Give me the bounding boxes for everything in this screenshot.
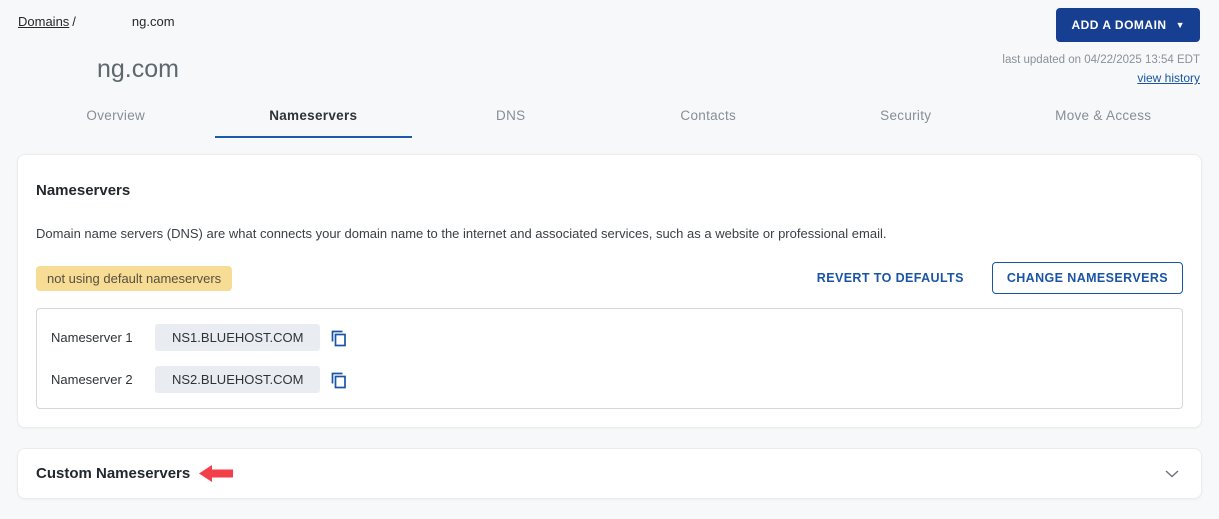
nameserver-row-1: Nameserver 1 NS1.BLUEHOST.COM — [51, 324, 1168, 351]
breadcrumb-separator: / — [72, 14, 76, 29]
custom-nameservers-title: Custom Nameservers — [36, 465, 191, 482]
view-history-link[interactable]: view history — [1137, 71, 1200, 85]
breadcrumb-domains-link[interactable]: Domains — [18, 14, 69, 29]
nameserver-list-box: Nameserver 1 NS1.BLUEHOST.COM Nameserver… — [36, 308, 1183, 409]
nameservers-card: Nameservers Domain name servers (DNS) ar… — [17, 154, 1202, 428]
header-meta: last updated on 04/22/2025 13:54 EDT vie… — [1002, 46, 1200, 87]
chevron-down-icon: ▼ — [1175, 19, 1185, 30]
nameservers-action-buttons: REVERT TO DEFAULTS CHANGE NAMESERVERS — [817, 262, 1183, 294]
nameserver-1-label: Nameserver 1 — [51, 330, 133, 345]
last-updated-text: last updated on 04/22/2025 13:54 EDT — [1002, 54, 1200, 66]
page-title: ng.com — [97, 55, 179, 83]
top-bar: Domains / ng.com ADD A DOMAIN ▼ — [0, 0, 1219, 46]
status-badge: not using default nameservers — [36, 265, 233, 291]
nameservers-description: Domain name servers (DNS) are what conne… — [36, 226, 887, 241]
tab-contacts[interactable]: Contacts — [610, 99, 808, 138]
tab-nameservers[interactable]: Nameservers — [214, 99, 412, 138]
copy-nameserver-1-button[interactable] — [329, 326, 348, 350]
custom-nameservers-header: Custom Nameservers — [36, 464, 234, 483]
add-a-domain-button[interactable]: ADD A DOMAIN ▼ — [1056, 8, 1200, 42]
domain-tabs: Overview Nameservers DNS Contacts Securi… — [17, 99, 1202, 138]
tab-security[interactable]: Security — [807, 99, 1005, 138]
page-header: ng.com last updated on 04/22/2025 13:54 … — [0, 46, 1219, 87]
nameserver-2-label: Nameserver 2 — [51, 372, 133, 387]
nameserver-1-value: NS1.BLUEHOST.COM — [155, 324, 321, 351]
breadcrumb-current-domain: ng.com — [131, 14, 175, 29]
chevron-down-icon — [1165, 469, 1179, 478]
expand-custom-nameservers-button[interactable] — [1161, 468, 1183, 480]
nameservers-card-title: Nameservers — [36, 182, 131, 199]
nameserver-row-2: Nameserver 2 NS2.BLUEHOST.COM — [51, 366, 1168, 393]
custom-nameservers-card[interactable]: Custom Nameservers — [17, 448, 1202, 499]
breadcrumb: Domains / ng.com — [18, 8, 175, 29]
tab-move-and-access[interactable]: Move & Access — [1005, 99, 1203, 138]
red-annotation-arrow-icon — [199, 464, 234, 483]
copy-nameserver-2-button[interactable] — [329, 368, 348, 392]
nameservers-actions-row: not using default nameservers REVERT TO … — [36, 262, 1183, 294]
copy-icon — [329, 330, 348, 350]
copy-icon — [329, 372, 348, 392]
tab-overview[interactable]: Overview — [17, 99, 215, 138]
tab-dns[interactable]: DNS — [412, 99, 610, 138]
revert-to-defaults-button[interactable]: REVERT TO DEFAULTS — [817, 271, 964, 285]
change-nameservers-button[interactable]: CHANGE NAMESERVERS — [991, 262, 1183, 294]
add-a-domain-label: ADD A DOMAIN — [1071, 18, 1167, 32]
nameserver-2-value: NS2.BLUEHOST.COM — [155, 366, 321, 393]
